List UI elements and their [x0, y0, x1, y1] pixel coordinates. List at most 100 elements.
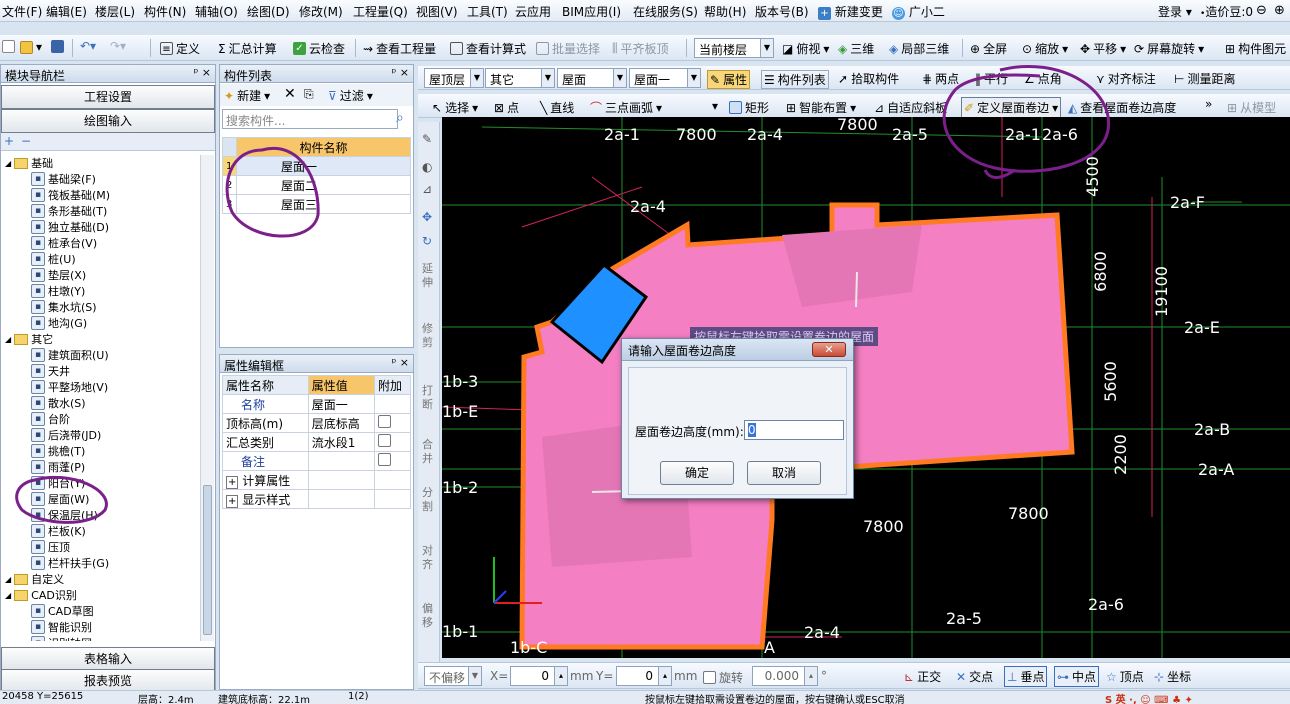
sum-calc-button[interactable]: Σ 汇总计算	[218, 40, 277, 57]
menu-version[interactable]: 版本号(B)	[755, 3, 809, 20]
type-combo[interactable]: 屋面 ▼	[557, 68, 627, 88]
mirror-icon[interactable]: ◐	[422, 160, 432, 174]
menu-component[interactable]: 构件(N)	[144, 3, 186, 20]
delete-icon[interactable]: ✕	[284, 86, 296, 102]
edge-height-input[interactable]: 0	[744, 420, 844, 440]
filter-button[interactable]: ⊽ 过滤 ▾	[328, 87, 373, 104]
category-combo[interactable]: 其它 ▼	[485, 68, 555, 88]
from-model-button[interactable]: ⊞ 从模型	[1227, 99, 1276, 116]
drawing-input-button[interactable]: 绘图输入	[1, 109, 215, 133]
fullscreen-button[interactable]: ⊕ 全屏	[970, 40, 1007, 57]
local-3d-button[interactable]: ◈ 局部三维	[889, 40, 949, 57]
open-file-icon[interactable]: ▾	[20, 40, 42, 54]
nav-item[interactable]: ▪ 基础梁(F)	[31, 171, 96, 187]
nav-item[interactable]: ▪ 集水坑(S)	[31, 299, 97, 315]
table-input-button[interactable]: 表格输入	[1, 647, 215, 671]
nav-item[interactable]: ▪ 保温层(H)	[31, 507, 98, 523]
perpendicular-snap[interactable]: ⊥ 垂点	[1004, 666, 1048, 687]
nav-item[interactable]: ▪ 栏杆扶手(G)	[31, 555, 109, 571]
nav-item[interactable]: ▪ 柱墩(Y)	[31, 283, 85, 299]
property-group-row[interactable]: + 显示样式	[222, 489, 411, 509]
nav-item[interactable]: ▪ 筏板基础(M)	[31, 187, 110, 203]
table-row[interactable]: 3 屋面三	[222, 194, 411, 214]
expand-toggle-icon[interactable]: ◢	[5, 335, 11, 344]
pick-component-button[interactable]: ➚ 拾取构件	[838, 70, 899, 87]
nav-item[interactable]: ▪ 垫层(X)	[31, 267, 86, 283]
rotate-tool-icon[interactable]: ↻	[422, 234, 432, 248]
rect-button[interactable]: 矩形	[729, 99, 769, 116]
expand-toggle-icon[interactable]: ◢	[5, 591, 11, 600]
nav-folder[interactable]: ◢ 基础	[5, 155, 53, 171]
nav-item[interactable]: ▪ 独立基础(D)	[31, 219, 109, 235]
nav-item[interactable]: ▪ 压顶	[31, 539, 70, 555]
nav-scrollbar[interactable]	[200, 155, 214, 641]
login-link[interactable]: 登录 ▾	[1158, 3, 1192, 20]
midpoint-snap[interactable]: ⊶ 中点	[1054, 666, 1100, 687]
property-row[interactable]: 备注	[222, 451, 411, 471]
move-icon[interactable]: ✥	[422, 210, 432, 224]
shape-dropdown[interactable]: ▾	[712, 99, 718, 113]
property-row[interactable]: 汇总类别 流水段1	[222, 432, 411, 452]
trim-tool[interactable]: 修剪	[422, 322, 435, 350]
search-icon[interactable]: ⌕	[396, 110, 404, 126]
parallel-button[interactable]: ‖ 平行	[975, 70, 1008, 87]
restore-icon[interactable]: ⊕	[1274, 3, 1285, 18]
nav-folder[interactable]: ◢ 其它	[5, 331, 53, 347]
table-row[interactable]: 1 屋面一	[222, 156, 411, 176]
align-tool[interactable]: 对齐	[422, 544, 435, 572]
nav-item[interactable]: ▪ 建筑面积(U)	[31, 347, 109, 363]
copy-icon[interactable]: ⎘	[304, 87, 314, 102]
merge-tool[interactable]: 合并	[422, 438, 435, 466]
column-name-header[interactable]: 构件名称	[236, 137, 411, 157]
redo-icon[interactable]: ↷▾	[110, 39, 126, 53]
expand-toggle-icon[interactable]: ◢	[5, 575, 11, 584]
menu-quantity[interactable]: 工程量(Q)	[353, 3, 408, 20]
nav-item[interactable]: ▪ 栏板(K)	[31, 523, 86, 539]
nav-item[interactable]: ▪ 地沟(G)	[31, 315, 87, 331]
flush-top-button[interactable]: ⫼ 平齐板顶	[612, 40, 669, 57]
line-button[interactable]: ╲ 直线	[540, 99, 574, 116]
nav-item[interactable]: ▪ 平整场地(V)	[31, 379, 108, 395]
y-input[interactable]: 0 ▴	[616, 666, 672, 686]
view-quantity-button[interactable]: ⇝ 查看工程量	[363, 40, 436, 57]
menu-view[interactable]: 视图(V)	[416, 3, 458, 20]
vertex-snap[interactable]: ☆ 顶点	[1106, 668, 1144, 685]
measure-button[interactable]: ⊢ 测量距离	[1174, 70, 1235, 87]
expand-toggle-icon[interactable]: ◢	[5, 159, 11, 168]
nav-item[interactable]: ▪ CAD草图	[31, 603, 94, 619]
align-mark-button[interactable]: ⋎ 对齐标注	[1096, 70, 1156, 87]
rotate-angle-input[interactable]: 0.000 ▴	[752, 666, 818, 686]
menu-help[interactable]: 帮助(H)	[704, 3, 746, 20]
nav-item[interactable]: ▪ 条形基础(T)	[31, 203, 107, 219]
brush-icon[interactable]: ✎	[422, 132, 432, 146]
point-angle-button[interactable]: ∠ 点角	[1024, 70, 1062, 87]
nav-item[interactable]: ▪ 桩承台(V)	[31, 235, 97, 251]
point-button[interactable]: ⊠ 点	[494, 99, 519, 116]
offset-tool[interactable]: 偏移	[422, 602, 435, 630]
dialog-close-button[interactable]: ✕	[812, 342, 846, 357]
more-tools-icon[interactable]: »	[1205, 97, 1212, 111]
new-component-button[interactable]: ✦ 新建 ▾	[224, 87, 270, 104]
nav-folder[interactable]: ◢ CAD识别	[5, 587, 77, 603]
minimize-icon[interactable]: ⊖	[1256, 3, 1267, 18]
project-settings-button[interactable]: 工程设置	[1, 85, 215, 109]
properties-button[interactable]: ✎ 属性	[707, 70, 751, 89]
collapse-all-icon[interactable]: −	[21, 134, 31, 148]
floor-level-combo[interactable]: 屋顶层 ▼	[424, 68, 484, 88]
nav-item[interactable]: ▪ 智能识别	[31, 619, 92, 635]
nav-item[interactable]: ▪ 挑檐(T)	[31, 443, 85, 459]
ime-icon[interactable]: S 英 ·, ☺ ⌨ ♣ ✦	[1105, 691, 1193, 704]
nav-item[interactable]: ▪ 阳台(Y)	[31, 475, 85, 491]
top-view-button[interactable]: ◪ 俯视 ▾	[782, 40, 829, 57]
nav-item[interactable]: ▪ 雨蓬(P)	[31, 459, 85, 475]
arc-button[interactable]: ⌒ 三点画弧 ▾	[590, 99, 662, 116]
break-tool[interactable]: 打断	[422, 384, 435, 412]
x-input[interactable]: 0 ▴	[510, 666, 568, 686]
property-group-row[interactable]: + 计算属性	[222, 470, 411, 490]
define-edge-button[interactable]: ✐ 定义屋面卷边 ▾	[961, 97, 1062, 118]
ortho-snap[interactable]: ⊾ 正交	[904, 668, 941, 685]
extend-tool[interactable]: 延伸	[422, 262, 435, 290]
component-ref-button[interactable]: ⊞ 构件图元	[1225, 40, 1286, 57]
menu-cloud[interactable]: 云应用	[515, 3, 551, 20]
adaptive-slab-button[interactable]: ⊿ 自适应斜板	[874, 99, 947, 116]
